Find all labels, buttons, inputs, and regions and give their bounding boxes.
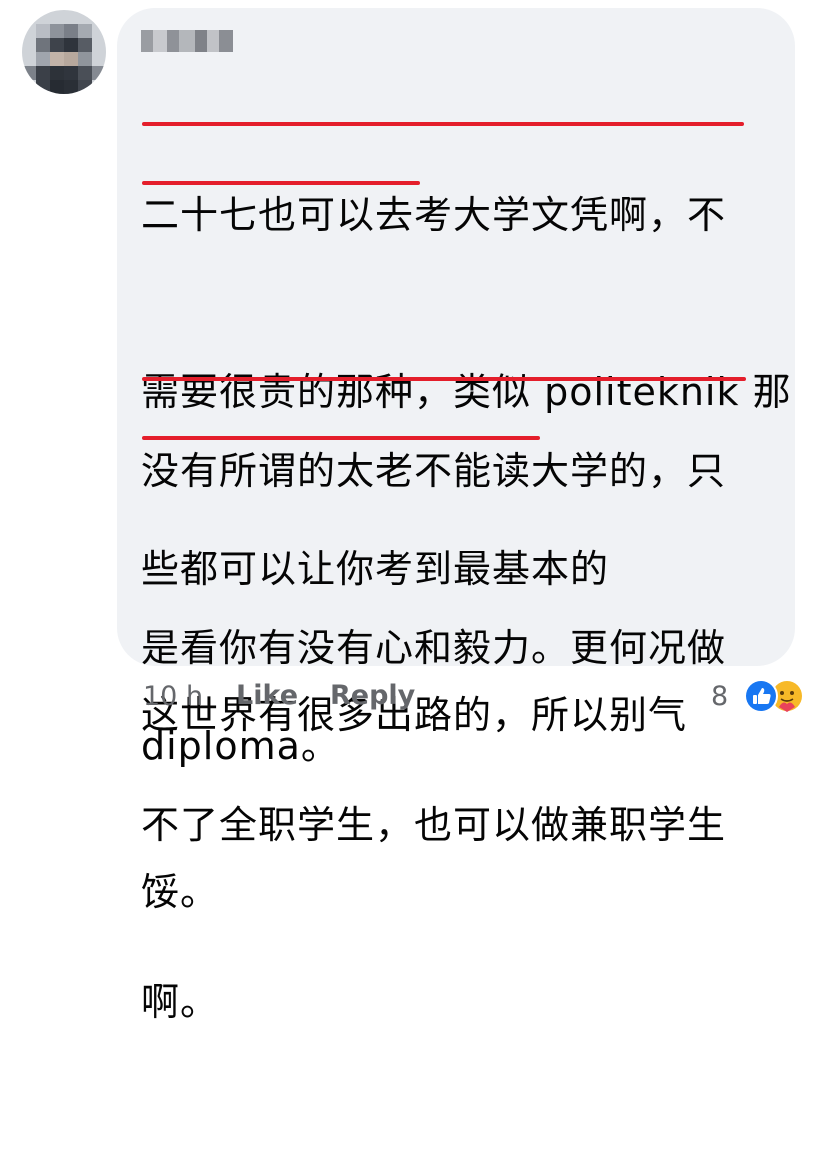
like-icon (744, 679, 778, 713)
comment-line: 二十七也可以去考大学文凭啊，不 (141, 193, 727, 237)
red-underline (142, 122, 744, 126)
red-underline (142, 181, 420, 185)
author-name-redacted[interactable] (141, 30, 233, 52)
avatar[interactable] (22, 10, 106, 94)
timestamp[interactable]: 10 h (143, 681, 203, 712)
red-underline (142, 377, 746, 381)
comment-line: 没有所谓的太老不能读大学的，只 (141, 449, 727, 493)
red-underline (142, 436, 540, 440)
comment-footer: 10 h Like Reply 8 (0, 676, 828, 721)
reaction-count[interactable]: 8 (711, 681, 728, 712)
reactions-summary[interactable] (741, 676, 811, 716)
comment-bubble: 二十七也可以去考大学文凭啊，不 需要很贵的那种，类似 politeknik 那 … (117, 8, 795, 1024)
comment-line: 馁。 (141, 870, 220, 914)
comment-paragraph-3: 这世界有很多出路的，所以别气 馁。 (141, 568, 687, 1040)
like-button[interactable]: Like (236, 680, 298, 711)
reply-button[interactable]: Reply (330, 680, 415, 711)
